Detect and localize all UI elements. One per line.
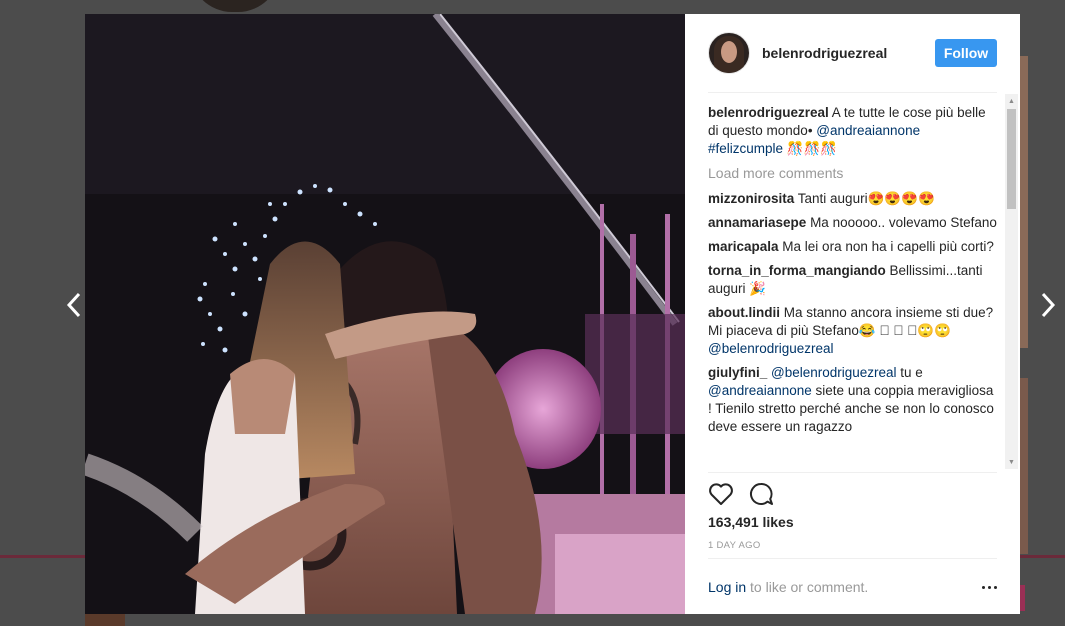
caption-hashtag-link[interactable]: #felizcumple: [708, 141, 783, 156]
comment-text: Tanti auguri😍😍😍😍: [794, 191, 935, 206]
comments-scrollbar[interactable]: ▲ ▼: [1005, 94, 1018, 469]
login-text: to like or comment.: [746, 579, 869, 595]
post-header: belenrodriguezreal Follow: [685, 14, 1020, 92]
login-link[interactable]: Log in: [708, 579, 746, 595]
background-thumbnail: [1020, 378, 1028, 554]
post-image: [85, 14, 685, 614]
divider: [708, 92, 997, 93]
divider: [708, 472, 997, 473]
load-more-comments-button[interactable]: Load more comments: [708, 164, 997, 182]
like-button[interactable]: [708, 480, 734, 508]
post-modal: belenrodriguezreal Follow belenrodriguez…: [85, 14, 1020, 614]
comment-text: Ma lei ora non ha i capelli più corti?: [778, 239, 994, 254]
comment-username[interactable]: mizzonirosita: [708, 191, 794, 206]
heart-icon: [709, 483, 733, 505]
list-item: torna_in_forma_mangiando Bellissimi...ta…: [708, 262, 997, 298]
post-actions: [708, 480, 774, 508]
previous-post-button[interactable]: [62, 290, 86, 320]
comment-username[interactable]: annamariasepe: [708, 215, 806, 230]
list-item: giulyfini_ @belenrodriguezreal tu e @and…: [708, 364, 997, 436]
comment-text: tu e: [896, 365, 923, 380]
post-sidebar: belenrodriguezreal Follow belenrodriguez…: [685, 14, 1020, 614]
background-thumbnail: [1020, 56, 1028, 348]
comment-mention-link[interactable]: @belenrodriguezreal: [708, 341, 834, 356]
comment-username[interactable]: maricapala: [708, 239, 779, 254]
header-username[interactable]: belenrodriguezreal: [762, 45, 887, 61]
background-button: [1020, 585, 1025, 611]
list-item: maricapala Ma lei ora non ha i capelli p…: [708, 238, 997, 256]
background-avatar: [190, 0, 280, 12]
divider: [708, 558, 997, 559]
chevron-left-icon: [66, 292, 81, 318]
caption-mention-link[interactable]: @andreaiannone: [816, 123, 920, 138]
comment-bubble-icon: [750, 483, 773, 505]
likes-count[interactable]: 163,491 likes: [708, 514, 794, 530]
avatar[interactable]: [708, 32, 750, 74]
comment-username[interactable]: about.lindii: [708, 305, 780, 320]
comment-button[interactable]: [748, 480, 774, 508]
caption-emoji: 🎊🎊🎊: [783, 141, 838, 156]
list-item: about.lindii Ma stanno ancora insieme st…: [708, 304, 997, 358]
chevron-right-icon: [1041, 292, 1056, 318]
next-post-button[interactable]: [1036, 290, 1060, 320]
post-photo: [85, 14, 685, 614]
scroll-up-arrow-icon[interactable]: ▲: [1005, 94, 1018, 108]
caption-username[interactable]: belenrodriguezreal: [708, 105, 829, 120]
comments-list: belenrodriguezreal A te tutte le cose pi…: [708, 104, 997, 470]
login-prompt: Log in to like or comment.: [708, 577, 997, 597]
post-timestamp[interactable]: 1 DAY AGO: [708, 540, 761, 551]
comment-username[interactable]: giulyfini_: [708, 365, 767, 380]
more-options-icon[interactable]: [982, 585, 997, 589]
comment-text: Ma nooooo.. volevamo Stefano: [806, 215, 997, 230]
follow-button[interactable]: Follow: [935, 39, 997, 67]
comment-mention-link[interactable]: @andreaiannone: [708, 383, 812, 398]
scroll-down-arrow-icon[interactable]: ▼: [1005, 455, 1018, 469]
caption: belenrodriguezreal A te tutte le cose pi…: [708, 104, 997, 158]
scrollbar-thumb[interactable]: [1007, 109, 1016, 209]
list-item: annamariasepe Ma nooooo.. volevamo Stefa…: [708, 214, 997, 232]
comment-username[interactable]: torna_in_forma_mangiando: [708, 263, 886, 278]
list-item: mizzonirosita Tanti auguri😍😍😍😍: [708, 190, 997, 208]
comment-mention-link[interactable]: @belenrodriguezreal: [767, 365, 897, 380]
